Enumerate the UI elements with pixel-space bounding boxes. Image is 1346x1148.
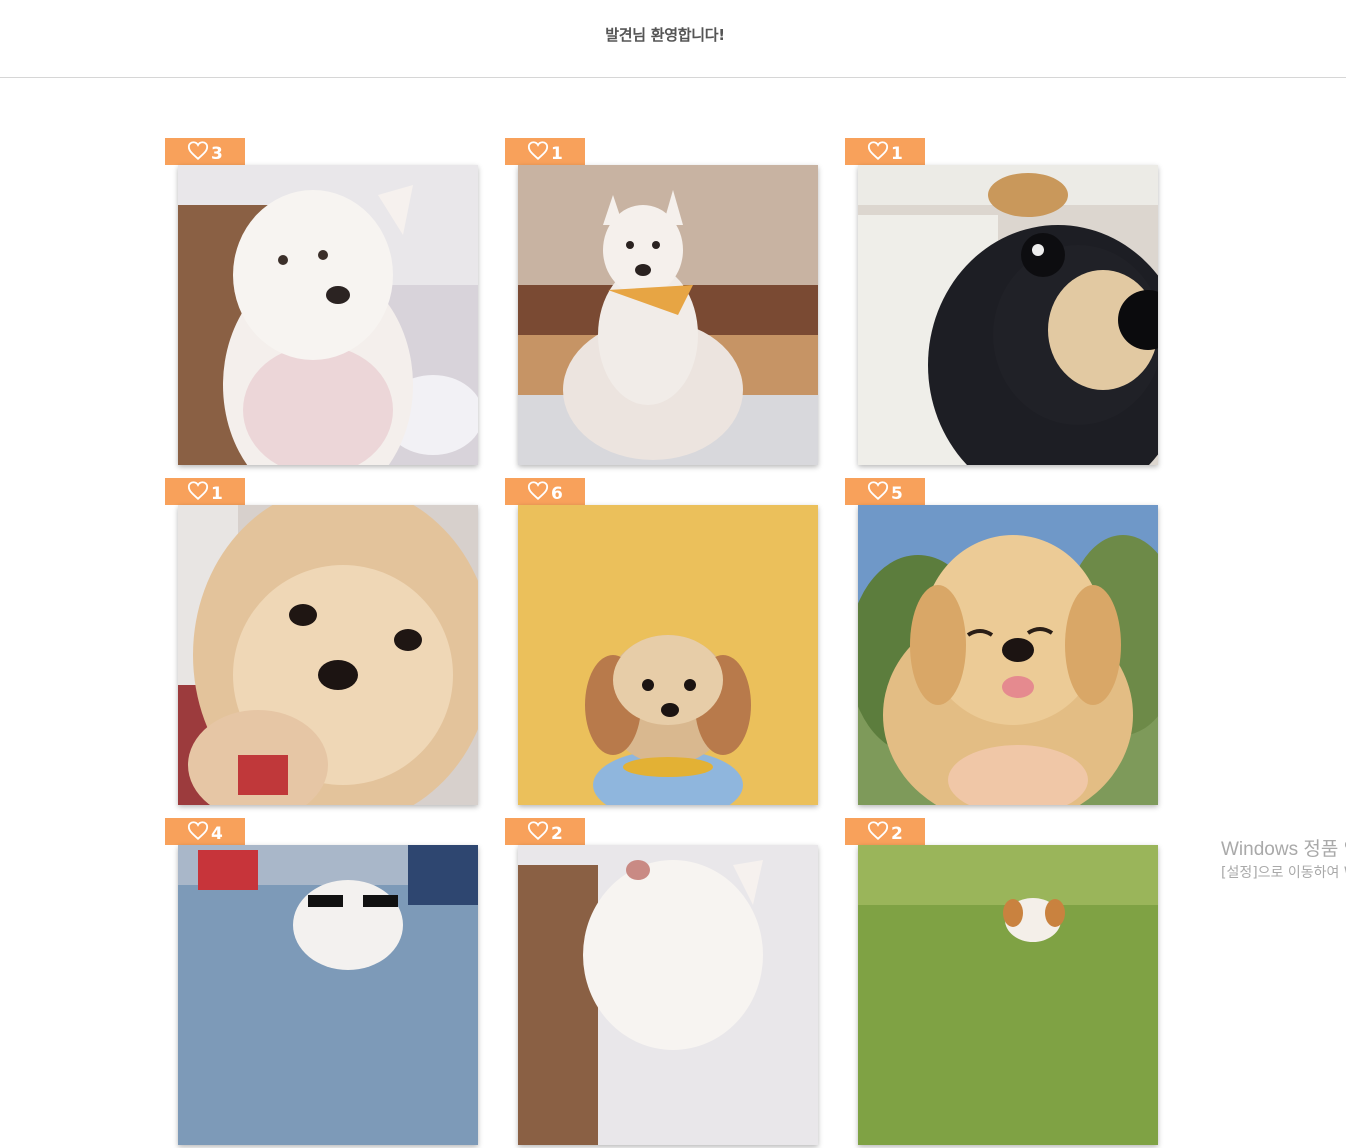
windows-activation-watermark: Windows 정품 인증 [설정]으로 이동하여 Windows를 정품 인증…	[1221, 838, 1346, 883]
dog-photo[interactable]	[518, 165, 818, 465]
like-button[interactable]: 1	[165, 478, 245, 505]
watermark-subtitle: [설정]으로 이동하여 Windows를 정품 인증합니다.	[1221, 865, 1346, 881]
gallery-card[interactable]: 1	[505, 138, 820, 468]
dog-photo[interactable]	[178, 845, 478, 1145]
heart-outline-icon	[527, 141, 549, 160]
heart-outline-icon	[187, 821, 209, 840]
gallery-card[interactable]: 1	[845, 138, 1160, 468]
dog-photo[interactable]	[518, 845, 818, 1145]
dog-photo[interactable]	[178, 505, 478, 805]
dog-photo[interactable]	[858, 165, 1158, 465]
like-button[interactable]: 2	[505, 818, 585, 845]
like-count: 1	[211, 484, 223, 504]
dog-photo[interactable]	[178, 165, 478, 465]
like-button[interactable]: 3	[165, 138, 245, 165]
gallery-card[interactable]: 4	[165, 818, 480, 1148]
like-count: 1	[551, 144, 563, 164]
like-button[interactable]: 2	[845, 818, 925, 845]
heart-outline-icon	[187, 481, 209, 500]
like-count: 2	[551, 824, 563, 844]
heart-outline-icon	[187, 141, 209, 160]
heart-outline-icon	[867, 141, 889, 160]
page-header: 발견님 환영합니다!	[0, 0, 1346, 78]
like-count: 1	[891, 144, 903, 164]
welcome-message: 발견님 환영합니다!	[605, 26, 725, 44]
like-button[interactable]: 1	[505, 138, 585, 165]
like-count: 3	[211, 144, 223, 164]
gallery-card[interactable]: 2	[505, 818, 820, 1148]
heart-outline-icon	[867, 481, 889, 500]
heart-outline-icon	[527, 821, 549, 840]
dog-photo[interactable]	[858, 845, 1158, 1145]
watermark-title: Windows 정품 인증	[1221, 839, 1346, 860]
like-button[interactable]: 6	[505, 478, 585, 505]
dog-photo[interactable]	[858, 505, 1158, 805]
heart-outline-icon	[867, 821, 889, 840]
gallery-card[interactable]: 5	[845, 478, 1160, 808]
gallery-card[interactable]: 1	[165, 478, 480, 808]
like-button[interactable]: 1	[845, 138, 925, 165]
gallery-card[interactable]: 6	[505, 478, 820, 808]
gallery-card[interactable]: 3	[165, 138, 480, 468]
like-button[interactable]: 5	[845, 478, 925, 505]
gallery-card[interactable]: 2	[845, 818, 1160, 1148]
like-button[interactable]: 4	[165, 818, 245, 845]
like-count: 2	[891, 824, 903, 844]
dog-photo[interactable]	[518, 505, 818, 805]
like-count: 4	[211, 824, 223, 844]
like-count: 6	[551, 484, 563, 504]
like-count: 5	[891, 484, 903, 504]
heart-outline-icon	[527, 481, 549, 500]
